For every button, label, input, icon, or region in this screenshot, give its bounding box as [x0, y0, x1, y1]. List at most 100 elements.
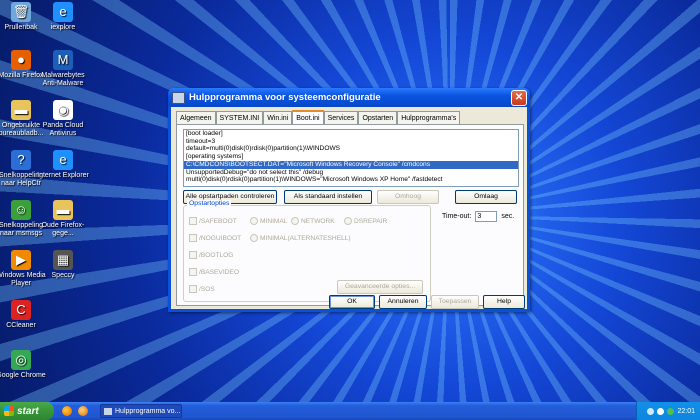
- network-radio[interactable]: NETWORK: [291, 217, 335, 225]
- safeboot-label: /SAFEBOOT: [199, 217, 237, 225]
- minimal-radio[interactable]: MINIMAL: [250, 217, 287, 225]
- desktop-icon[interactable]: ▦ Speccy: [36, 250, 90, 280]
- quicklaunch-icon[interactable]: [78, 406, 88, 416]
- boot-line[interactable]: UnsupportedDebug="do not select this" /d…: [184, 169, 518, 177]
- tab-system-ini[interactable]: SYSTEM.INI: [215, 111, 264, 125]
- desktop-icon-label: Oude Firefox-gege...: [41, 222, 85, 237]
- speccy-icon: ▦: [53, 250, 73, 270]
- help-button[interactable]: Help: [483, 295, 525, 309]
- minimal-alternateshell-label: MINIMAL(ALTERNATESHELL): [260, 234, 351, 242]
- recycle-bin-icon: 🗑: [11, 2, 31, 22]
- chrome-icon: ◎: [11, 350, 31, 370]
- move-up-button[interactable]: Omhoog: [377, 190, 439, 204]
- radio-circle: [291, 217, 299, 225]
- ccleaner-icon: C: [11, 300, 31, 320]
- tab-win-ini[interactable]: Win.ini: [263, 111, 293, 125]
- taskbar-item-label: Hulpprogramma vo...: [115, 408, 181, 415]
- boot-line[interactable]: [operating systems]: [184, 153, 518, 161]
- panda-icon: ◉: [53, 100, 73, 120]
- checkbox-box: [189, 251, 197, 259]
- boot-line[interactable]: multi(0)disk(0)rdisk(0)partition(1)\WIND…: [184, 176, 518, 184]
- timeout-label: Time-out:: [442, 213, 472, 220]
- dsrepair-radio[interactable]: DSREPAIR: [344, 217, 387, 225]
- boot-line[interactable]: default=multi(0)disk(0)rdisk(0)partition…: [184, 145, 518, 153]
- tab-hulpprogrammas[interactable]: Hulpprogramma's: [397, 111, 461, 125]
- radio-circle: [250, 234, 258, 242]
- tab-services[interactable]: Services: [323, 111, 359, 125]
- apply-button[interactable]: Toepassen: [431, 295, 479, 309]
- dsrepair-label: DSREPAIR: [354, 217, 388, 225]
- malwarebytes-icon: M: [53, 50, 73, 70]
- window-title: Hulpprogramma voor systeemconfiguratie: [189, 92, 381, 103]
- basevideo-checkbox[interactable]: /BASEVIDEO: [189, 268, 239, 276]
- tab-opstarten[interactable]: Opstarten: [358, 111, 398, 125]
- start-label: start: [17, 405, 39, 417]
- desktop-icon-label: Internet Explorer: [37, 172, 89, 179]
- desktop-icon[interactable]: e Internet Explorer: [36, 150, 90, 180]
- taskbar-item-icon: [104, 408, 112, 415]
- window-app-icon: [172, 91, 185, 104]
- noguiboot-label: /NOGUIBOOT: [199, 234, 242, 242]
- bootlog-label: /BOOTLOG: [199, 251, 234, 259]
- boot-ini-panel: [boot loader] timeout=3 default=multi(0)…: [176, 124, 524, 306]
- tray-icon[interactable]: [657, 407, 665, 415]
- basevideo-label: /BASEVIDEO: [199, 268, 239, 276]
- start-button[interactable]: start: [0, 402, 54, 420]
- desktop-icon-label: CCleaner: [6, 322, 36, 329]
- tray-icon[interactable]: [647, 407, 655, 415]
- firefox-quicklaunch-icon[interactable]: [62, 406, 72, 416]
- minimal-alternateshell-radio[interactable]: MINIMAL(ALTERNATESHELL): [250, 234, 351, 242]
- internet-explorer-icon: e: [53, 2, 73, 22]
- desktop: 🗑 Prullenbak e iexplore ● Mozilla Firefox M Mal…: [0, 0, 700, 402]
- internet-explorer-icon: e: [53, 150, 73, 170]
- tab-algemeen[interactable]: Algemeen: [176, 111, 216, 125]
- window-client-area: Algemeen SYSTEM.INI Win.ini Boot.ini Ser…: [171, 107, 527, 309]
- system-configuration-window: Hulpprogramma voor systeemconfiguratie ✕…: [168, 88, 530, 312]
- clock[interactable]: 22:01: [677, 408, 695, 415]
- folder-icon: ▬: [11, 100, 31, 120]
- boot-line-selected[interactable]: C:\CMDCONS\BOOTSECT.DAT="Microsoft Windo…: [184, 160, 518, 169]
- system-tray: 22:01: [636, 402, 700, 420]
- boot-ini-listbox[interactable]: [boot loader] timeout=3 default=multi(0)…: [183, 129, 519, 187]
- desktop-icon[interactable]: e iexplore: [36, 2, 90, 32]
- checkbox-box: [189, 234, 197, 242]
- set-as-default-button[interactable]: Als standaard instellen: [284, 190, 372, 204]
- radio-circle: [250, 217, 258, 225]
- desktop-icon[interactable]: ◎ Google Chrome: [0, 350, 48, 380]
- help-icon: ?: [11, 150, 31, 170]
- bootlog-checkbox[interactable]: /BOOTLOG: [189, 251, 233, 259]
- boot-line[interactable]: [boot loader]: [184, 130, 518, 138]
- sos-checkbox[interactable]: /SOS: [189, 285, 215, 293]
- minimal-label: MINIMAL: [260, 217, 288, 225]
- taskbar-item-system-configuration[interactable]: Hulpprogramma vo...: [100, 404, 182, 418]
- move-down-button[interactable]: Omlaag: [455, 190, 517, 204]
- safeboot-checkbox[interactable]: /SAFEBOOT: [189, 217, 237, 225]
- desktop-icon[interactable]: ◉ Panda Cloud Antivirus: [36, 100, 90, 138]
- window-titlebar[interactable]: Hulpprogramma voor systeemconfiguratie: [168, 88, 530, 107]
- messenger-icon: ☺: [11, 200, 31, 220]
- radio-circle: [344, 217, 352, 225]
- media-player-icon: ▶: [11, 250, 31, 270]
- advanced-options-button[interactable]: Geavanceerde opties...: [337, 280, 423, 294]
- desktop-icon-label: Malwarebytes Anti-Malware: [41, 72, 85, 87]
- desktop-icon[interactable]: M Malwarebytes Anti-Malware: [36, 50, 90, 88]
- noguiboot-checkbox[interactable]: /NOGUIBOOT: [189, 234, 241, 242]
- timeout-input[interactable]: [475, 211, 498, 222]
- windows-logo-icon: [4, 406, 14, 416]
- desktop-icon-label: iexplore: [50, 24, 76, 31]
- ok-button[interactable]: OK: [329, 295, 375, 309]
- cancel-button[interactable]: Annuleren: [379, 295, 427, 309]
- checkbox-box: [189, 285, 197, 293]
- desktop-icon[interactable]: ▬ Oude Firefox-gege...: [36, 200, 90, 238]
- sos-label: /SOS: [199, 285, 215, 293]
- desktop-icon[interactable]: C CCleaner: [0, 300, 48, 330]
- boot-options-legend: Opstartopties: [187, 200, 232, 207]
- folder-icon: ▬: [53, 200, 73, 220]
- close-button[interactable]: ✕: [511, 90, 527, 106]
- tray-icon[interactable]: [667, 407, 675, 415]
- boot-line[interactable]: timeout=3: [184, 138, 518, 146]
- desktop-icon-label: Speccy: [51, 272, 75, 279]
- checkbox-box: [189, 217, 197, 225]
- firefox-icon: ●: [11, 50, 31, 70]
- timeout-control: Time-out: sec.: [442, 211, 514, 222]
